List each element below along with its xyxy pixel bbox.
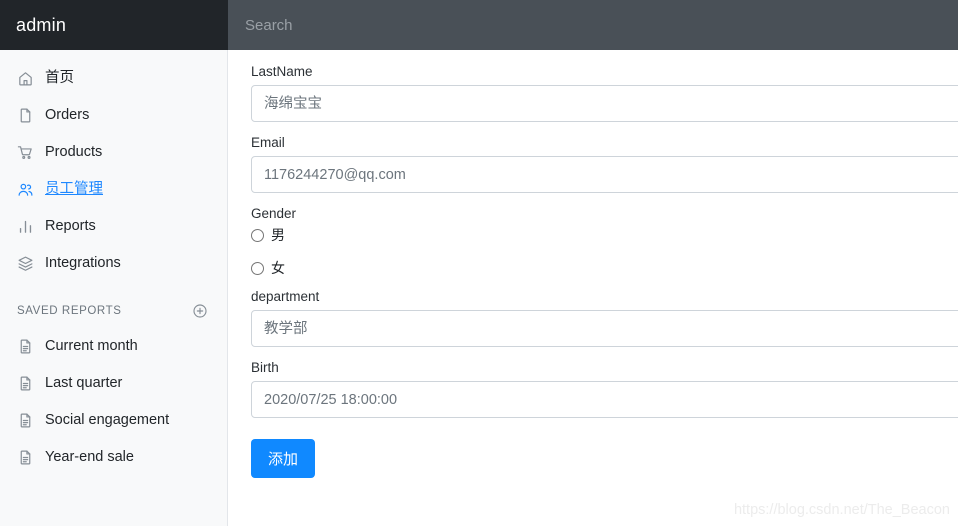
gender-radio-female-label: 女 [271, 260, 285, 276]
email-input[interactable] [251, 156, 958, 193]
saved-report-label: Year-end sale [45, 449, 134, 466]
file-icon [17, 107, 34, 124]
sidebar-item-label: Integrations [45, 255, 121, 272]
sidebar-item-products[interactable]: Products [0, 134, 227, 171]
department-field-group: department [251, 289, 958, 347]
document-icon [17, 375, 34, 392]
saved-report-label: Social engagement [45, 412, 170, 429]
layers-icon [17, 255, 34, 272]
gender-radio-female[interactable] [251, 261, 264, 275]
lastname-input[interactable] [251, 85, 958, 122]
saved-report-label: Last quarter [45, 375, 123, 392]
sidebar-item-orders[interactable]: Orders [0, 97, 227, 134]
gender-field-group: Gender 男 女 [251, 206, 958, 276]
saved-reports-title: SAVED REPORTS [17, 305, 122, 317]
department-label: department [251, 289, 320, 304]
sidebar-item-integrations[interactable]: Integrations [0, 245, 227, 282]
users-icon [17, 181, 34, 198]
birth-label: Birth [251, 360, 279, 375]
sidebar-item-label: Reports [45, 218, 96, 235]
app-root: admin 首页 Orders [0, 0, 958, 526]
department-input[interactable] [251, 310, 958, 347]
bar-chart-icon [17, 218, 34, 235]
saved-report-label: Current month [45, 338, 138, 355]
gender-radio-male[interactable] [251, 228, 264, 242]
birth-field-group: Birth [251, 360, 958, 418]
email-field-group: Email [251, 135, 958, 193]
saved-report-last-quarter[interactable]: Last quarter [0, 365, 227, 402]
gender-label: Gender [251, 206, 297, 221]
birth-input[interactable] [251, 381, 958, 418]
saved-report-social-engagement[interactable]: Social engagement [0, 402, 227, 439]
lastname-field-group: LastName [251, 64, 958, 122]
gender-radio-male-label: 男 [271, 227, 285, 243]
home-icon [17, 70, 34, 87]
saved-report-current-month[interactable]: Current month [0, 328, 227, 365]
employee-form: LastName Email Gender 男 女 department Bir… [228, 50, 958, 526]
brand-block: admin [0, 0, 228, 50]
top-search-bar [228, 0, 958, 50]
saved-reports-header: SAVED REPORTS [0, 294, 227, 328]
sidebar-item-label: 员工管理 [45, 181, 103, 198]
sidebar-item-label: 首页 [45, 70, 74, 87]
document-icon [17, 449, 34, 466]
sidebar: 首页 Orders Products 员工管理 Reports Integrat… [0, 50, 228, 526]
document-icon [17, 412, 34, 429]
email-label: Email [251, 135, 285, 150]
gender-option-male[interactable]: 男 [251, 227, 958, 243]
gender-option-female[interactable]: 女 [251, 260, 958, 276]
lastname-label: LastName [251, 64, 313, 79]
search-input[interactable] [245, 16, 958, 34]
cart-icon [17, 144, 34, 161]
saved-report-year-end-sale[interactable]: Year-end sale [0, 439, 227, 476]
sidebar-item-label: Products [45, 144, 103, 161]
sidebar-item-label: Orders [45, 107, 90, 124]
sidebar-item-employee-management[interactable]: 员工管理 [0, 171, 227, 208]
add-button[interactable]: 添加 [251, 439, 316, 478]
add-report-icon[interactable] [192, 303, 208, 319]
document-icon [17, 338, 34, 355]
sidebar-item-home[interactable]: 首页 [0, 60, 227, 97]
sidebar-item-reports[interactable]: Reports [0, 208, 227, 245]
brand-title: admin [16, 14, 67, 35]
